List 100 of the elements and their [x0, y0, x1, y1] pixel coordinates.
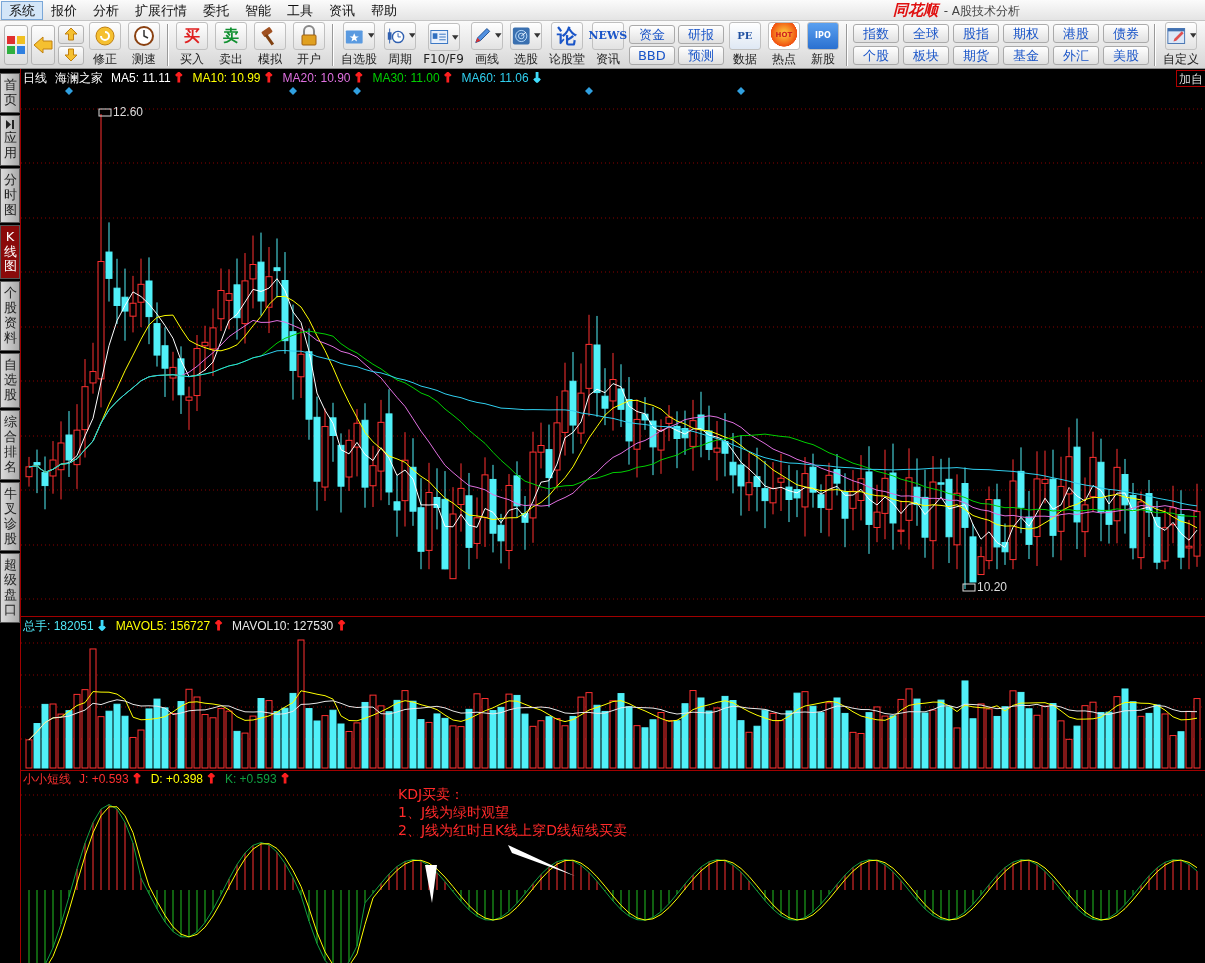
- note-line: 2、J线为红时且K线上穿D线短线买卖: [398, 821, 627, 839]
- up-button[interactable]: [58, 24, 84, 44]
- menu-item[interactable]: 资讯: [321, 0, 363, 20]
- trend-arrow: ↑: [173, 71, 185, 85]
- indicator-name: 小小短线: [23, 770, 71, 788]
- sidebar-tab[interactable]: 首页: [0, 73, 20, 113]
- market-button[interactable]: 指数: [852, 24, 899, 43]
- trend-arrow: ↑: [131, 772, 143, 786]
- market-button[interactable]: 外汇: [1052, 46, 1099, 65]
- color-blocks-button[interactable]: [4, 24, 28, 65]
- pe-document-icon: PE: [737, 30, 753, 41]
- caret-icon: [1189, 33, 1196, 38]
- trend-arrow: ↑: [442, 71, 454, 85]
- indicator-reading: MAVOL10: 127530: [232, 619, 334, 633]
- market-button[interactable]: 基金: [1002, 46, 1049, 65]
- menu-item[interactable]: 报价: [43, 0, 85, 20]
- pointer-arrow: [508, 845, 575, 876]
- market-button[interactable]: 美股: [1102, 46, 1149, 65]
- period-label: 日线: [23, 69, 47, 87]
- caret-icon: [408, 33, 416, 38]
- window-title: - A股技术分析: [943, 2, 1020, 20]
- toolbar-button[interactable]: BBD: [628, 45, 675, 65]
- market-button[interactable]: 期权: [1002, 24, 1049, 43]
- menu-item[interactable]: 智能: [237, 0, 279, 20]
- arrow-up-icon: [64, 27, 78, 41]
- caret-icon: [367, 33, 375, 38]
- buy-glyph-icon: 买: [184, 27, 201, 44]
- menu-item[interactable]: 委托: [195, 0, 237, 20]
- add-watchlist-button[interactable]: 加自: [1176, 69, 1205, 87]
- diamond-marker: [65, 87, 73, 95]
- trend-arrow: ↑: [279, 772, 291, 786]
- forum-glyph-icon: 论: [556, 25, 577, 46]
- indicator-reading: J: +0.593: [79, 772, 129, 786]
- menu-item[interactable]: 系统: [1, 0, 43, 20]
- diamond-marker: [289, 87, 297, 95]
- sell-glyph-icon: 卖: [223, 27, 240, 44]
- menu-item[interactable]: 扩展行情: [127, 0, 195, 20]
- sidebar-tab[interactable]: K线图: [0, 224, 20, 280]
- menu-item[interactable]: 帮助: [363, 0, 405, 20]
- toolbar-button[interactable]: 论 论股堂: [546, 21, 587, 68]
- arrow-left-icon: [32, 33, 54, 56]
- indicator-reading: 总手: 182051: [23, 617, 94, 635]
- menu-item[interactable]: 分析: [85, 0, 127, 20]
- sidebar-tab[interactable]: 超级盘口: [0, 553, 20, 624]
- back-button[interactable]: [31, 24, 55, 65]
- toolbar-button[interactable]: 自定义: [1161, 21, 1201, 68]
- color-blocks-icon: [5, 33, 27, 56]
- toolbar-button[interactable]: 研报: [677, 24, 724, 44]
- diamond-marker: [585, 87, 593, 95]
- sidebar-tab[interactable]: 综合排名: [0, 409, 20, 480]
- stock-name: 海澜之家: [55, 69, 103, 87]
- down-button[interactable]: [58, 45, 84, 65]
- high-price-label: 12.60: [113, 105, 144, 119]
- indicator-reading: MAVOL5: 156727: [115, 619, 211, 633]
- indicator-reading: K: +0.593: [224, 772, 277, 786]
- news-glyph-icon: NEWS: [588, 30, 628, 41]
- toolbar-button[interactable]: F10/F9: [421, 23, 466, 66]
- market-button[interactable]: 期货: [952, 46, 999, 65]
- market-button[interactable]: 港股: [1052, 24, 1099, 43]
- caret-icon: [534, 33, 541, 38]
- caret-icon: [495, 33, 502, 38]
- note-title: KDJ买卖：: [398, 785, 466, 803]
- market-button[interactable]: 股指: [952, 24, 999, 43]
- arrow-down-icon: [64, 48, 78, 62]
- pointer-arrow: [425, 865, 437, 903]
- play-next-icon: [5, 119, 15, 129]
- indicator-reading: MA30: 11.00: [372, 71, 440, 85]
- market-button[interactable]: 个股: [852, 46, 899, 65]
- caret-icon: [452, 34, 459, 40]
- trend-arrow: ↑: [263, 71, 275, 85]
- sidebar-tab[interactable]: 分时图: [0, 167, 20, 223]
- low-price-label: 10.20: [977, 580, 1008, 594]
- trend-arrow: ↑: [353, 71, 365, 85]
- trend-arrow: ↓: [531, 71, 543, 85]
- indicator-reading: MA5: 11.11: [111, 71, 171, 85]
- diamond-marker: [737, 87, 745, 95]
- toolbar-button[interactable]: 自选股: [339, 21, 380, 68]
- trend-arrow: ↑: [206, 772, 217, 786]
- note-line: 1、J线为绿时观望: [398, 803, 511, 821]
- market-button[interactable]: 板块: [902, 46, 949, 65]
- sidebar-tab[interactable]: 个股资料: [0, 281, 20, 352]
- indicator-reading: D: +0.398: [150, 772, 203, 786]
- toolbar-button[interactable]: 预测: [677, 45, 724, 65]
- diamond-marker: [353, 87, 361, 95]
- sidebar-tab[interactable]: 自选股: [0, 353, 20, 408]
- refresh-icon: [94, 24, 116, 47]
- sidebar-tab[interactable]: 牛叉诊股: [0, 481, 20, 552]
- toolbar-button[interactable]: 资金: [628, 24, 675, 44]
- market-button[interactable]: 债券: [1102, 24, 1149, 43]
- trend-arrow: ↑: [213, 619, 225, 633]
- clock-icon: [133, 24, 155, 47]
- trend-arrow: ↓: [96, 619, 108, 633]
- ipo-document-icon: IPO: [815, 31, 831, 40]
- sidebar-tab[interactable]: 应用: [0, 114, 20, 166]
- indicator-reading: MA10: 10.99: [192, 71, 261, 85]
- indicator-reading: MA20: 10.90: [282, 71, 351, 85]
- market-button[interactable]: 全球: [902, 24, 949, 43]
- trend-arrow: ↑: [336, 619, 348, 633]
- marker-icon: [962, 583, 976, 592]
- menu-item[interactable]: 工具: [279, 0, 321, 20]
